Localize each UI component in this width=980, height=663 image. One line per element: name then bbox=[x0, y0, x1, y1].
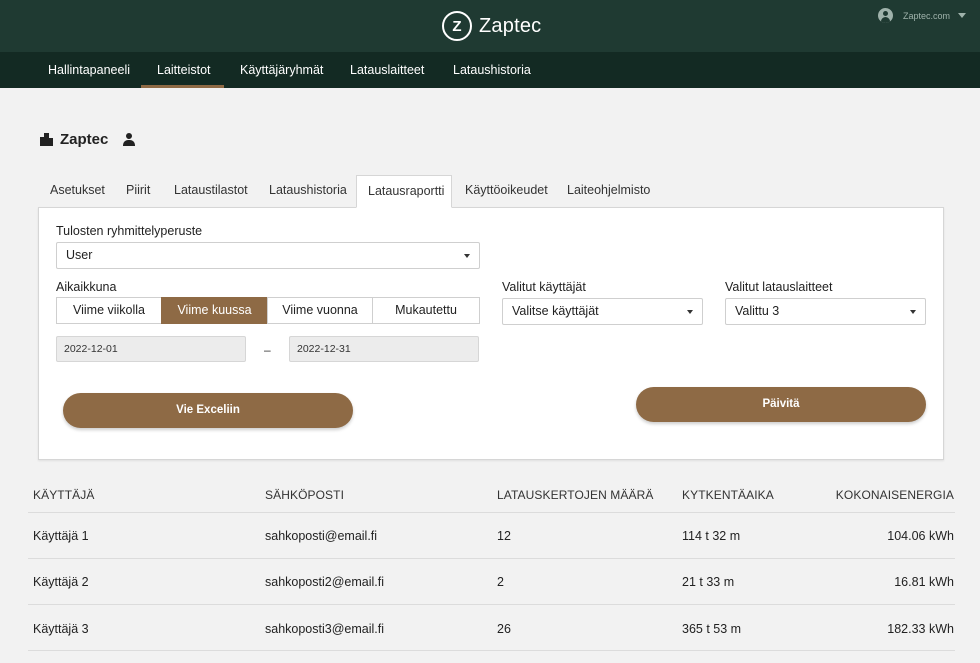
users-select[interactable]: Valitse käyttäjät bbox=[502, 298, 703, 325]
brand-name: Zaptec bbox=[479, 14, 542, 37]
tab-settings[interactable]: Asetukset bbox=[39, 175, 116, 208]
brand[interactable]: Z Zaptec bbox=[442, 10, 541, 42]
cell-user: Käyttäjä 3 bbox=[33, 622, 89, 636]
nav-item-user-groups[interactable]: Käyttäjäryhmät bbox=[240, 52, 323, 88]
main-navigation: Hallintapaneeli Laitteistot Käyttäjäryhm… bbox=[0, 52, 980, 88]
nav-item-installations[interactable]: Laitteistot bbox=[141, 52, 224, 88]
users-label: Valitut käyttäjät bbox=[502, 280, 586, 294]
export-excel-button[interactable]: Vie Exceliin bbox=[63, 393, 353, 428]
cell-total-energy: 16.81 kWh bbox=[894, 575, 954, 589]
period-last-month[interactable]: Viime kuussa bbox=[161, 297, 268, 324]
caret-down-icon bbox=[910, 310, 916, 314]
tab-charge-report[interactable]: Latausraportti bbox=[356, 175, 452, 208]
cell-session-count: 2 bbox=[497, 575, 504, 589]
column-header-total-energy: KOKONAISENERGIA bbox=[835, 488, 954, 502]
tab-charge-statistics[interactable]: Lataustilastot bbox=[163, 175, 259, 208]
users-select-value: Valitse käyttäjät bbox=[512, 304, 599, 318]
column-header-email: SÄHKÖPOSTI bbox=[265, 488, 345, 502]
cell-session-count: 26 bbox=[497, 622, 511, 636]
row-divider bbox=[28, 512, 955, 513]
cell-user: Käyttäjä 2 bbox=[33, 575, 89, 589]
caret-down-icon bbox=[464, 254, 470, 258]
period-last-week[interactable]: Viime viikolla bbox=[56, 297, 162, 324]
row-divider bbox=[28, 650, 955, 651]
cell-connection-time: 114 t 32 m bbox=[682, 529, 741, 543]
top-header: Z Zaptec Zaptec.com bbox=[0, 0, 980, 52]
chargers-label: Valitut latauslaitteet bbox=[725, 280, 833, 294]
caret-down-icon bbox=[687, 310, 693, 314]
row-divider bbox=[28, 604, 955, 605]
column-header-user: KÄYTTÄJÄ bbox=[33, 488, 95, 502]
account-circle-icon bbox=[877, 8, 893, 23]
nav-item-chargers[interactable]: Latauslaitteet bbox=[350, 52, 424, 88]
person-icon[interactable] bbox=[123, 133, 136, 146]
zaptec-logo-icon: Z bbox=[442, 11, 472, 41]
date-to-field[interactable]: 2022-12-31 bbox=[289, 336, 479, 362]
cell-email: sahkoposti@email.fi bbox=[265, 529, 378, 543]
chevron-down-icon bbox=[958, 13, 966, 18]
grouping-label: Tulosten ryhmittelyperuste bbox=[56, 224, 203, 238]
period-custom[interactable]: Mukautettu bbox=[372, 297, 480, 324]
chargers-select[interactable]: Valittu 3 bbox=[725, 298, 926, 325]
date-separator: – bbox=[264, 343, 271, 357]
cell-total-energy: 182.33 kWh bbox=[887, 622, 954, 636]
grouping-select[interactable]: User bbox=[56, 242, 480, 269]
column-header-connection-time: KYTKENTÄAIKA bbox=[682, 488, 774, 502]
nav-item-charge-history[interactable]: Lataushistoria bbox=[453, 52, 531, 88]
date-from-field[interactable]: 2022-12-01 bbox=[56, 336, 246, 362]
period-last-year[interactable]: Viime vuonna bbox=[267, 297, 373, 324]
update-button[interactable]: Päivitä bbox=[636, 387, 926, 422]
cell-total-energy: 104.06 kWh bbox=[887, 529, 954, 543]
column-header-session-count: LATAUSKERTOJEN MÄÄRÄ bbox=[497, 488, 654, 502]
page-title: Zaptec bbox=[40, 131, 136, 148]
tab-circuits[interactable]: Piirit bbox=[115, 175, 161, 208]
installation-name: Zaptec bbox=[60, 131, 109, 148]
cell-email: sahkoposti2@email.fi bbox=[265, 575, 384, 589]
cell-session-count: 12 bbox=[497, 529, 511, 543]
cell-connection-time: 21 t 33 m bbox=[682, 575, 735, 589]
chargers-select-value: Valittu 3 bbox=[735, 304, 780, 318]
tab-firmware[interactable]: Laiteohjelmisto bbox=[556, 175, 661, 208]
row-divider bbox=[28, 558, 955, 559]
building-icon bbox=[40, 133, 53, 146]
account-name: Zaptec.com bbox=[902, 10, 950, 21]
grouping-select-value: User bbox=[66, 248, 93, 262]
cell-email: sahkoposti3@email.fi bbox=[265, 622, 384, 636]
account-menu[interactable]: Zaptec.com bbox=[877, 8, 966, 23]
cell-connection-time: 365 t 53 m bbox=[682, 622, 742, 636]
tab-access-rights[interactable]: Käyttöoikeudet bbox=[454, 175, 559, 208]
cell-user: Käyttäjä 1 bbox=[33, 529, 89, 543]
period-label: Aikaikkuna bbox=[56, 280, 117, 294]
nav-item-dashboard[interactable]: Hallintapaneeli bbox=[48, 52, 130, 88]
tab-charge-history[interactable]: Lataushistoria bbox=[258, 175, 358, 208]
